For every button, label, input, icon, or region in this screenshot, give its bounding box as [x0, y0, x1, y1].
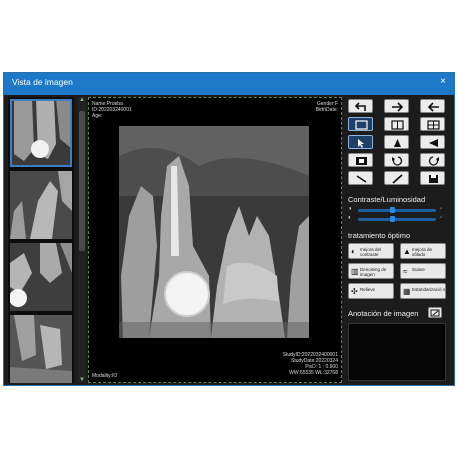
treatment-section-title: tratamiento óptimo: [348, 231, 411, 240]
annotation-section-title: Anotación de imagen: [348, 309, 419, 318]
draw-button[interactable]: [384, 171, 409, 185]
thumbnail-2-image: [10, 171, 72, 239]
contrast-max-icon: ◦: [440, 215, 443, 221]
invert-icon: [356, 157, 367, 165]
scroll-up-icon[interactable]: ▲: [78, 97, 86, 103]
sharpen-tool-button[interactable]: [384, 135, 409, 149]
desktop-background-bottom: [0, 388, 458, 458]
smooth-label: Suave: [412, 267, 425, 272]
brightness-slider[interactable]: [358, 209, 436, 212]
contrast-slider[interactable]: [358, 218, 436, 221]
thumbnail-1[interactable]: [10, 99, 72, 167]
scrollbar-thumb[interactable]: [79, 111, 85, 251]
patient-demographics: Gender:F BirthDate:: [316, 101, 338, 113]
relief-button[interactable]: ✣ Relieve: [348, 283, 394, 299]
measure-button[interactable]: [348, 171, 373, 185]
thumbnail-scrollbar[interactable]: ▲ ▼: [78, 97, 86, 383]
thumbnail-1-image: [10, 99, 72, 167]
save-button[interactable]: [420, 171, 445, 185]
standardize-button[interactable]: ▦ Estandarizació n: [400, 283, 446, 299]
angle-tool-icon: [429, 139, 438, 147]
annotation-edit-button[interactable]: [428, 307, 442, 318]
angle-tool-button[interactable]: [420, 135, 445, 149]
standardize-icon: ▦: [403, 287, 411, 296]
undo-button[interactable]: [348, 99, 373, 113]
brightness-slider-knob[interactable]: [390, 207, 395, 213]
desktop-background-top: [0, 0, 458, 70]
window-level: WW:65535 WL:32768: [289, 370, 338, 376]
study-info: StudyID:2022032400001 StudyDate:20220324…: [283, 352, 338, 376]
dual-view-button[interactable]: [384, 117, 409, 131]
contrast-enhance-label: mejora del contraste: [360, 247, 382, 257]
patient-age: Age:: [92, 113, 103, 119]
back-arrow-icon: [427, 102, 439, 112]
redo-arrow-icon: [392, 102, 404, 112]
image-viewport[interactable]: Name:Prueba ID:202203240001 Age: Gender:…: [88, 97, 342, 383]
thumbnail-2[interactable]: [10, 171, 72, 239]
contrast-icon: ◐: [348, 215, 352, 221]
patient-info: Name:Prueba ID:202203240001 Age:: [92, 101, 132, 119]
sharpen-label: mejora de afilado: [412, 247, 433, 257]
annotation-text-area[interactable]: [348, 323, 446, 381]
measure-line-icon: [356, 175, 367, 183]
rotate-right-button[interactable]: [420, 153, 445, 167]
patient-birthdate: BirthDate:: [315, 107, 338, 113]
single-view-icon: [355, 120, 368, 130]
smooth-button[interactable]: ≈ Suave: [400, 263, 446, 279]
select-pointer-icon: [358, 139, 364, 148]
rotate-left-icon: [392, 156, 403, 166]
brightness-max-icon: ◦: [440, 206, 443, 212]
relief-icon: ✣: [351, 287, 358, 296]
dental-xray-image: [119, 126, 309, 338]
window-title: Vista de imagen: [12, 77, 73, 87]
thumbnail-strip: [8, 97, 74, 383]
dual-view-icon: [391, 120, 404, 130]
contrast-section-title: Contraste/Luminosidad: [348, 195, 426, 204]
scroll-down-icon[interactable]: ▼: [78, 377, 86, 383]
rotate-right-icon: [428, 156, 439, 166]
denoise-button[interactable]: ▥ Denoising de imagen: [348, 263, 394, 279]
modality: Modality:IO: [92, 373, 118, 379]
thumbnail-4-image: [10, 315, 72, 383]
save-icon: [429, 175, 438, 183]
denoise-label: Denoising de imagen: [360, 267, 387, 277]
denoise-icon: ▥: [351, 267, 359, 276]
invert-button[interactable]: [348, 153, 373, 167]
thumbnail-3[interactable]: [10, 243, 72, 311]
sharpen-icon: ▲: [403, 247, 411, 256]
undo-icon: [355, 102, 366, 111]
pen-icon: [392, 174, 403, 184]
edit-icon: [430, 309, 440, 317]
sharpen-button[interactable]: ▲ mejora de afilado: [400, 243, 446, 259]
close-icon[interactable]: ×: [440, 76, 446, 87]
contrast-slider-knob[interactable]: [390, 216, 395, 222]
quad-view-icon: [427, 120, 440, 130]
smooth-icon: ≈: [403, 267, 408, 276]
next-button[interactable]: [384, 99, 409, 113]
title-bar: Vista de imagen ×: [4, 73, 454, 95]
brightness-icon: ◑: [348, 206, 352, 212]
previous-button[interactable]: [420, 99, 445, 113]
select-tool-button[interactable]: [348, 135, 373, 149]
quad-view-button[interactable]: [420, 117, 445, 131]
standardize-label: Estandarizació n: [412, 287, 446, 292]
relief-label: Relieve: [360, 287, 376, 292]
thumbnail-4[interactable]: [10, 315, 72, 383]
rotate-left-button[interactable]: [384, 153, 409, 167]
contrast-enhance-button[interactable]: ◐ mejora del contraste: [348, 243, 394, 259]
contrast-icon: ◐: [351, 247, 356, 256]
tools-panel: Contraste/Luminosidad ◑ ◦ ◐ ◦ tratamient…: [344, 97, 452, 383]
single-view-button[interactable]: [348, 117, 373, 131]
thumbnail-3-image: [10, 243, 72, 311]
image-viewer-window: Vista de imagen × ▲ ▼ Name:Prueba ID:202…: [3, 72, 455, 386]
sharpen-tool-icon: [394, 139, 401, 147]
